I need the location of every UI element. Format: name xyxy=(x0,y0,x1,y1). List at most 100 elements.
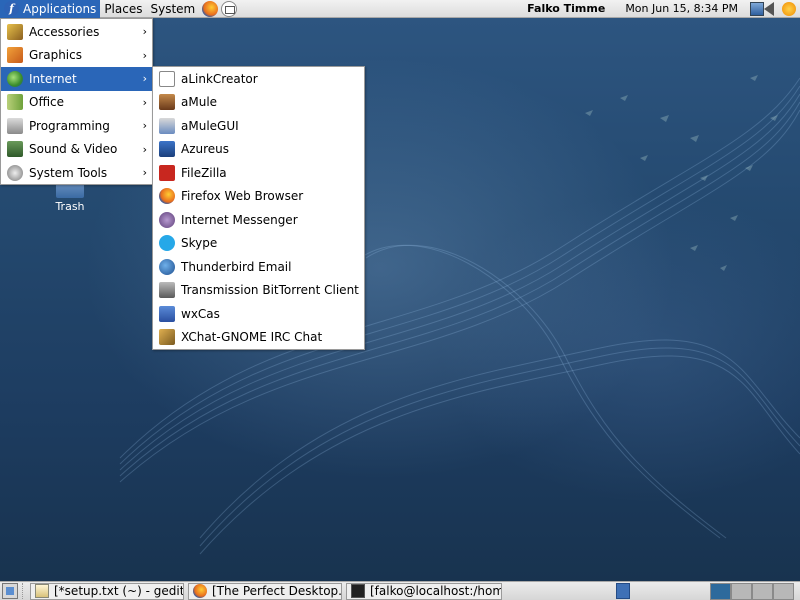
system-label: System xyxy=(150,1,196,16)
applications-label: Applications xyxy=(23,1,97,16)
workspace-4[interactable] xyxy=(773,582,794,600)
sound-video-icon xyxy=(7,141,23,158)
submenu-item-label: Azureus xyxy=(181,142,230,157)
submenu-item-skype[interactable]: Skype xyxy=(153,232,364,256)
internet-icon xyxy=(7,70,23,87)
taskbar-button-firefox[interactable]: [The Perfect Desktop... xyxy=(188,582,342,600)
submenu-item-thunderbird[interactable]: Thunderbird Email xyxy=(153,255,364,279)
submenu-item-label: aMule xyxy=(181,95,218,110)
menu-item-label: Accessories xyxy=(29,24,100,39)
top-panel: f Applications Places System Falko Timme… xyxy=(0,0,800,18)
submenu-item-azureus[interactable]: Azureus xyxy=(153,138,364,162)
trash-applet-icon[interactable] xyxy=(616,583,630,599)
submenu-arrow-icon: › xyxy=(142,72,147,86)
thunderbird-icon xyxy=(159,258,175,275)
amule-icon xyxy=(159,94,175,111)
submenu-arrow-icon: › xyxy=(142,25,147,39)
messenger-icon xyxy=(159,211,175,228)
submenu-item-label: Firefox Web Browser xyxy=(181,189,304,204)
system-menu-button[interactable]: System xyxy=(146,0,199,18)
update-icon[interactable] xyxy=(782,1,796,16)
firefox-launcher-icon[interactable] xyxy=(202,0,219,17)
submenu-item-label: Thunderbird Email xyxy=(181,259,292,274)
menu-item-graphics[interactable]: Graphics › xyxy=(1,44,152,68)
task-label: [The Perfect Desktop... xyxy=(212,584,342,598)
taskbar-button-terminal[interactable]: [falko@localhost:/hom... xyxy=(346,582,502,600)
applications-menu-button[interactable]: f Applications xyxy=(0,0,101,18)
workspace-switcher xyxy=(710,582,794,600)
skype-icon xyxy=(159,235,175,252)
places-menu-button[interactable]: Places xyxy=(100,0,146,18)
mail-launcher-icon[interactable] xyxy=(221,0,238,17)
workspace-1[interactable] xyxy=(710,582,731,600)
menu-item-label: Graphics xyxy=(29,48,82,63)
task-label: [*setup.txt (~) - gedit] xyxy=(54,584,184,598)
submenu-item-amule[interactable]: aMule xyxy=(153,91,364,115)
filezilla-icon xyxy=(159,164,175,181)
submenu-item-filezilla[interactable]: FileZilla xyxy=(153,161,364,185)
submenu-item-transmission[interactable]: Transmission BitTorrent Client xyxy=(153,279,364,303)
transmission-icon xyxy=(159,282,175,299)
system-tools-icon xyxy=(7,164,23,181)
menu-item-label: Programming xyxy=(29,118,110,133)
office-icon xyxy=(7,94,23,111)
menu-item-label: Internet xyxy=(29,71,77,86)
submenu-arrow-icon: › xyxy=(142,95,147,109)
fedora-logo-icon: f xyxy=(4,1,19,16)
submenu-arrow-icon: › xyxy=(142,166,147,180)
menu-item-office[interactable]: Office › xyxy=(1,91,152,115)
submenu-item-wxcas[interactable]: wxCas xyxy=(153,302,364,326)
workspace-2[interactable] xyxy=(731,582,752,600)
network-icon[interactable] xyxy=(750,1,764,16)
menu-item-system-tools[interactable]: System Tools › xyxy=(1,161,152,185)
menu-item-internet[interactable]: Internet › xyxy=(1,67,152,91)
menu-item-label: System Tools xyxy=(29,165,108,180)
submenu-item-label: XChat-GNOME IRC Chat xyxy=(181,330,323,345)
programming-icon xyxy=(7,117,23,134)
menu-item-sound-video[interactable]: Sound & Video › xyxy=(1,138,152,162)
submenu-item-xchat[interactable]: XChat-GNOME IRC Chat xyxy=(153,326,364,350)
task-label: [falko@localhost:/hom... xyxy=(370,584,502,598)
graphics-icon xyxy=(7,47,23,64)
submenu-item-label: aMuleGUI xyxy=(181,118,239,133)
submenu-arrow-icon: › xyxy=(142,119,147,133)
panel-separator xyxy=(22,583,26,599)
menu-item-programming[interactable]: Programming › xyxy=(1,114,152,138)
xchat-icon xyxy=(159,329,175,346)
applications-menu: Accessories › Graphics › Internet › Offi… xyxy=(0,18,153,185)
firefox-icon xyxy=(193,584,207,598)
submenu-arrow-icon: › xyxy=(142,48,147,62)
clock[interactable]: Mon Jun 15, 8:34 PM xyxy=(617,2,746,15)
submenu-item-label: aLinkCreator xyxy=(181,71,258,86)
places-label: Places xyxy=(104,1,143,16)
terminal-icon xyxy=(351,584,365,598)
menu-item-label: Office xyxy=(29,95,65,110)
volume-icon[interactable] xyxy=(764,1,774,16)
alinkcreator-icon xyxy=(159,70,175,87)
submenu-item-label: Skype xyxy=(181,236,218,251)
menu-item-label: Sound & Video xyxy=(29,142,118,157)
taskbar-button-gedit[interactable]: [*setup.txt (~) - gedit] xyxy=(30,582,184,600)
wxcas-icon xyxy=(159,305,175,322)
azureus-icon xyxy=(159,141,175,158)
show-desktop-icon[interactable] xyxy=(2,583,18,599)
submenu-item-internet-messenger[interactable]: Internet Messenger xyxy=(153,208,364,232)
menu-item-accessories[interactable]: Accessories › xyxy=(1,20,152,44)
user-name[interactable]: Falko Timme xyxy=(515,2,617,15)
submenu-item-firefox[interactable]: Firefox Web Browser xyxy=(153,185,364,209)
gedit-icon xyxy=(35,584,49,598)
workspace-3[interactable] xyxy=(752,582,773,600)
submenu-item-label: wxCas xyxy=(181,306,220,321)
submenu-item-alinkcreator[interactable]: aLinkCreator xyxy=(153,67,364,91)
accessories-icon xyxy=(7,23,23,40)
firefox-icon xyxy=(159,188,175,205)
submenu-item-label: FileZilla xyxy=(181,165,227,180)
bottom-panel: [*setup.txt (~) - gedit] [The Perfect De… xyxy=(0,581,800,600)
submenu-item-label: Transmission BitTorrent Client xyxy=(181,283,359,298)
submenu-item-label: Internet Messenger xyxy=(181,212,298,227)
internet-submenu: aLinkCreator aMule aMuleGUI Azureus File… xyxy=(152,66,365,350)
amulegui-icon xyxy=(159,117,175,134)
submenu-item-amulegui[interactable]: aMuleGUI xyxy=(153,114,364,138)
trash-label: Trash xyxy=(55,200,85,213)
submenu-arrow-icon: › xyxy=(142,142,147,156)
